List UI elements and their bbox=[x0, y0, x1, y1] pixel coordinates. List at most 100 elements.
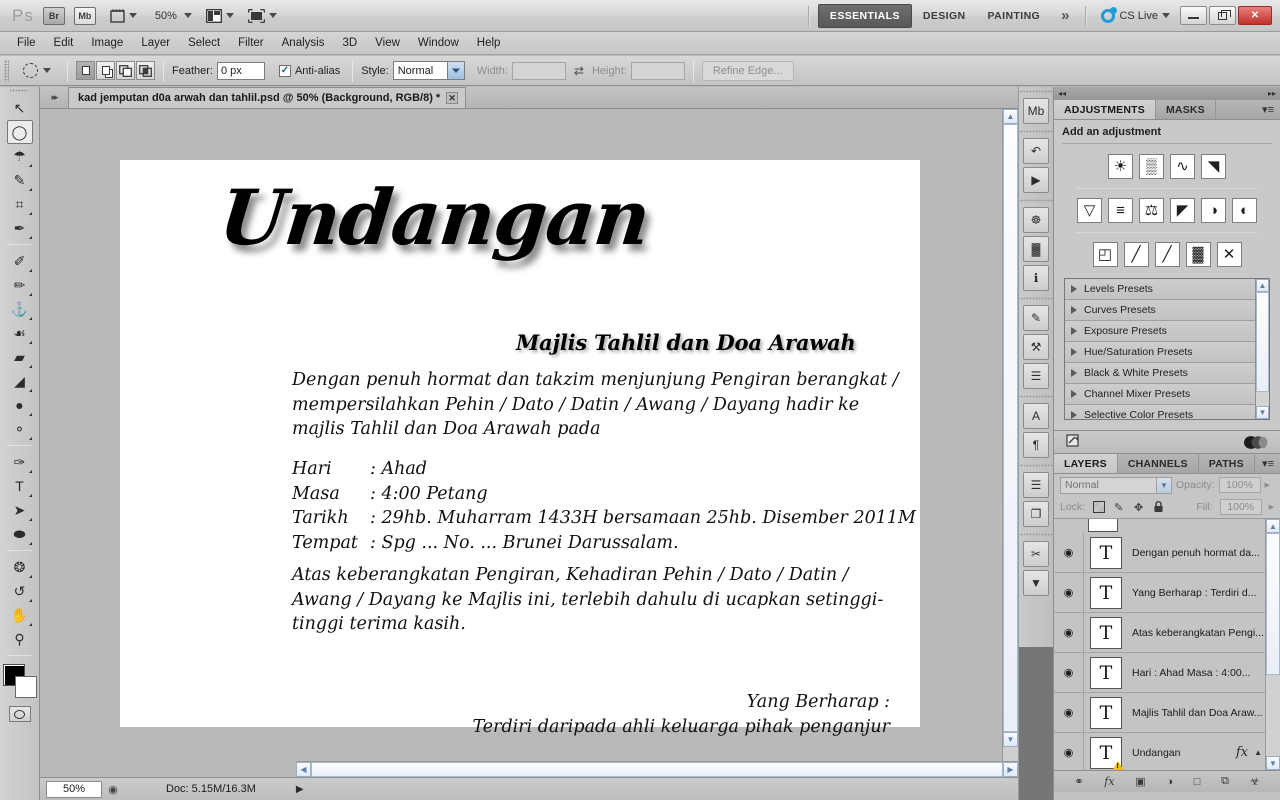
scroll-left-button[interactable]: ◀ bbox=[296, 762, 311, 777]
add-layer-style-button[interactable]: fx bbox=[1104, 775, 1114, 788]
document-tab[interactable]: kad jemputan d0a arwah dan tahlil.psd @ … bbox=[68, 87, 467, 108]
layer-name[interactable]: Yang Berharap : Terdiri d... bbox=[1132, 587, 1280, 599]
anti-alias-checkbox[interactable]: ✓ Anti-alias bbox=[278, 64, 344, 77]
height-input[interactable] bbox=[630, 61, 685, 80]
history-brush-tool[interactable]: ☙ bbox=[7, 321, 33, 345]
gradient-map-icon[interactable]: ▓ bbox=[1185, 242, 1211, 267]
fill-slider-arrow-icon[interactable]: ▸ bbox=[1269, 501, 1274, 513]
menu-file[interactable]: File bbox=[8, 34, 45, 52]
delete-layer-button[interactable]: ☣ bbox=[1250, 775, 1260, 788]
quick-selection-tool[interactable]: ✎ bbox=[7, 168, 33, 192]
histogram-icon[interactable]: ▓ bbox=[1023, 236, 1049, 262]
gradient-tool[interactable]: ◢ bbox=[7, 369, 33, 393]
lock-position-icon[interactable]: ✥ bbox=[1132, 501, 1145, 514]
brush-presets-icon[interactable]: ✎ bbox=[1023, 305, 1049, 331]
add-pixel-mask-icon[interactable] bbox=[1066, 434, 1086, 450]
path-selection-tool[interactable]: ➤ bbox=[7, 498, 33, 522]
background-color-swatch[interactable] bbox=[14, 676, 37, 698]
canvas-horizontal-scrollbar[interactable]: ◀ ▶ bbox=[296, 761, 1018, 777]
layer-row[interactable]: ◉ T Yang Berharap : Terdiri d... bbox=[1054, 573, 1280, 613]
workspace-tab-design[interactable]: DESIGN bbox=[912, 5, 977, 27]
intersect-with-selection-button[interactable] bbox=[136, 61, 155, 80]
layer-thumbnail[interactable]: T bbox=[1090, 536, 1122, 569]
menu-layer[interactable]: Layer bbox=[132, 34, 179, 52]
ellipse-shape-tool[interactable]: ⬬ bbox=[7, 522, 33, 546]
crop-tool[interactable]: ⌗ bbox=[7, 192, 33, 216]
canvas-vertical-scrollbar[interactable]: ▲ ▼ bbox=[1002, 109, 1018, 761]
info-icon[interactable]: ℹ bbox=[1023, 265, 1049, 291]
status-zoom-input[interactable]: 50% bbox=[46, 780, 102, 798]
layer-row[interactable]: ◉ T Atas keberangkatan Pengi... bbox=[1054, 613, 1280, 653]
add-layer-mask-button[interactable]: ▣ bbox=[1135, 775, 1145, 788]
brightness-contrast-icon[interactable]: ☀ bbox=[1108, 154, 1133, 179]
canvas-area[interactable]: Undangan Majlis Tahlil dan Doa Arawah De… bbox=[40, 109, 1018, 776]
tab-masks[interactable]: MASKS bbox=[1156, 100, 1216, 119]
layer-thumbnail[interactable]: T bbox=[1090, 696, 1122, 729]
eraser-tool[interactable]: ▰ bbox=[7, 345, 33, 369]
layers-panel-menu-icon[interactable]: ▾≡ bbox=[1256, 454, 1280, 473]
tab-layers[interactable]: LAYERS bbox=[1054, 454, 1118, 473]
screen-mode-button[interactable] bbox=[247, 8, 277, 23]
layer-visibility-toggle[interactable]: ◉ bbox=[1054, 653, 1084, 692]
preset-row[interactable]: Hue/Saturation Presets bbox=[1065, 342, 1269, 363]
hue-saturation-icon[interactable]: ≡ bbox=[1108, 198, 1133, 223]
layer-effects-indicator-icon[interactable]: fx bbox=[1236, 745, 1248, 760]
layer-comps-icon[interactable]: ❐ bbox=[1023, 501, 1049, 527]
photo-filter-icon[interactable]: ◑ bbox=[1201, 198, 1226, 223]
menu-analysis[interactable]: Analysis bbox=[273, 34, 334, 52]
actions-icon[interactable]: ▶ bbox=[1023, 167, 1049, 193]
refine-edge-button[interactable]: Refine Edge... bbox=[701, 60, 794, 81]
new-layer-button[interactable]: ⧉ bbox=[1221, 775, 1229, 788]
status-proof-icon[interactable]: ◉ bbox=[102, 783, 124, 796]
history-icon[interactable]: ↶ bbox=[1023, 138, 1049, 164]
add-vector-mask-icon[interactable] bbox=[1242, 435, 1268, 450]
preset-row[interactable]: Selective Color Presets bbox=[1065, 405, 1269, 419]
layers-scrollbar[interactable]: ▲ ▼ bbox=[1265, 519, 1280, 770]
headline-text[interactable]: Undangan bbox=[215, 173, 653, 262]
layer-effects-expand-icon[interactable]: ▲ bbox=[1254, 748, 1262, 757]
dodge-tool[interactable]: ⚬ bbox=[7, 417, 33, 441]
layer-row[interactable]: ◉ T Undanganfx ▲ bbox=[1054, 733, 1280, 770]
preset-row[interactable]: Curves Presets bbox=[1065, 300, 1269, 321]
layer-row-partial-top[interactable] bbox=[1054, 519, 1280, 533]
cs-live-button[interactable]: CS Live bbox=[1101, 6, 1170, 23]
layer-name[interactable]: Majlis Tahlil dan Doa Araw... bbox=[1132, 707, 1280, 719]
preset-row[interactable]: Levels Presets bbox=[1065, 279, 1269, 300]
width-input[interactable] bbox=[511, 61, 566, 80]
presets-scroll-down-button[interactable]: ▼ bbox=[1256, 406, 1269, 419]
style-select[interactable]: Normal bbox=[392, 61, 465, 80]
add-to-selection-button[interactable] bbox=[96, 61, 115, 80]
menu-view[interactable]: View bbox=[366, 34, 409, 52]
channel-mixer-icon[interactable]: ◐ bbox=[1232, 198, 1257, 223]
layer-name[interactable]: Dengan penuh hormat da... bbox=[1132, 547, 1280, 559]
clone-source-icon[interactable]: ☰ bbox=[1023, 363, 1049, 389]
vibrance-icon[interactable]: ▽ bbox=[1077, 198, 1102, 223]
lock-all-icon[interactable] bbox=[1152, 501, 1165, 514]
measurement-log-icon[interactable]: ✂ bbox=[1023, 541, 1049, 567]
arrange-documents-button[interactable] bbox=[205, 8, 234, 23]
layer-thumbnail[interactable]: T bbox=[1090, 656, 1122, 689]
selective-color-icon[interactable]: ✕ bbox=[1216, 242, 1242, 267]
color-wheel-icon[interactable]: ☸ bbox=[1023, 207, 1049, 233]
black-and-white-icon[interactable]: ◤ bbox=[1170, 198, 1195, 223]
layers-scroll-thumb[interactable] bbox=[1266, 533, 1280, 675]
options-bar-grip[interactable] bbox=[4, 59, 9, 82]
tool-preset-picker[interactable] bbox=[15, 63, 59, 78]
menu-window[interactable]: Window bbox=[409, 34, 468, 52]
launch-bridge-button[interactable]: Br bbox=[42, 6, 65, 25]
pen-tool[interactable]: ✑ bbox=[7, 450, 33, 474]
layer-list[interactable]: ◉ T Dengan penuh hormat da... ◉ T Yang Berhar… bbox=[1054, 518, 1280, 770]
levels-icon[interactable]: ▒ bbox=[1139, 154, 1164, 179]
color-balance-icon[interactable]: ⚖ bbox=[1139, 198, 1164, 223]
animation-icon[interactable]: ▼ bbox=[1023, 570, 1049, 596]
layer-visibility-toggle[interactable]: ◉ bbox=[1054, 533, 1084, 572]
hand-tool[interactable]: ✋ bbox=[7, 603, 33, 627]
move-tool[interactable]: ↖ bbox=[7, 96, 33, 120]
layer-row[interactable]: ◉ T Majlis Tahlil dan Doa Araw... bbox=[1054, 693, 1280, 733]
new-group-button[interactable]: □ bbox=[1194, 776, 1201, 788]
layer-visibility-toggle[interactable]: ◉ bbox=[1054, 613, 1084, 652]
panel-collapse-bar[interactable]: ◂◂ ▸▸ bbox=[1054, 87, 1280, 100]
posterize-icon[interactable]: ╱ bbox=[1123, 242, 1149, 267]
layers-scroll-up-button[interactable]: ▲ bbox=[1266, 519, 1280, 533]
panel-options-icon[interactable]: ▸▸ bbox=[1268, 89, 1276, 98]
